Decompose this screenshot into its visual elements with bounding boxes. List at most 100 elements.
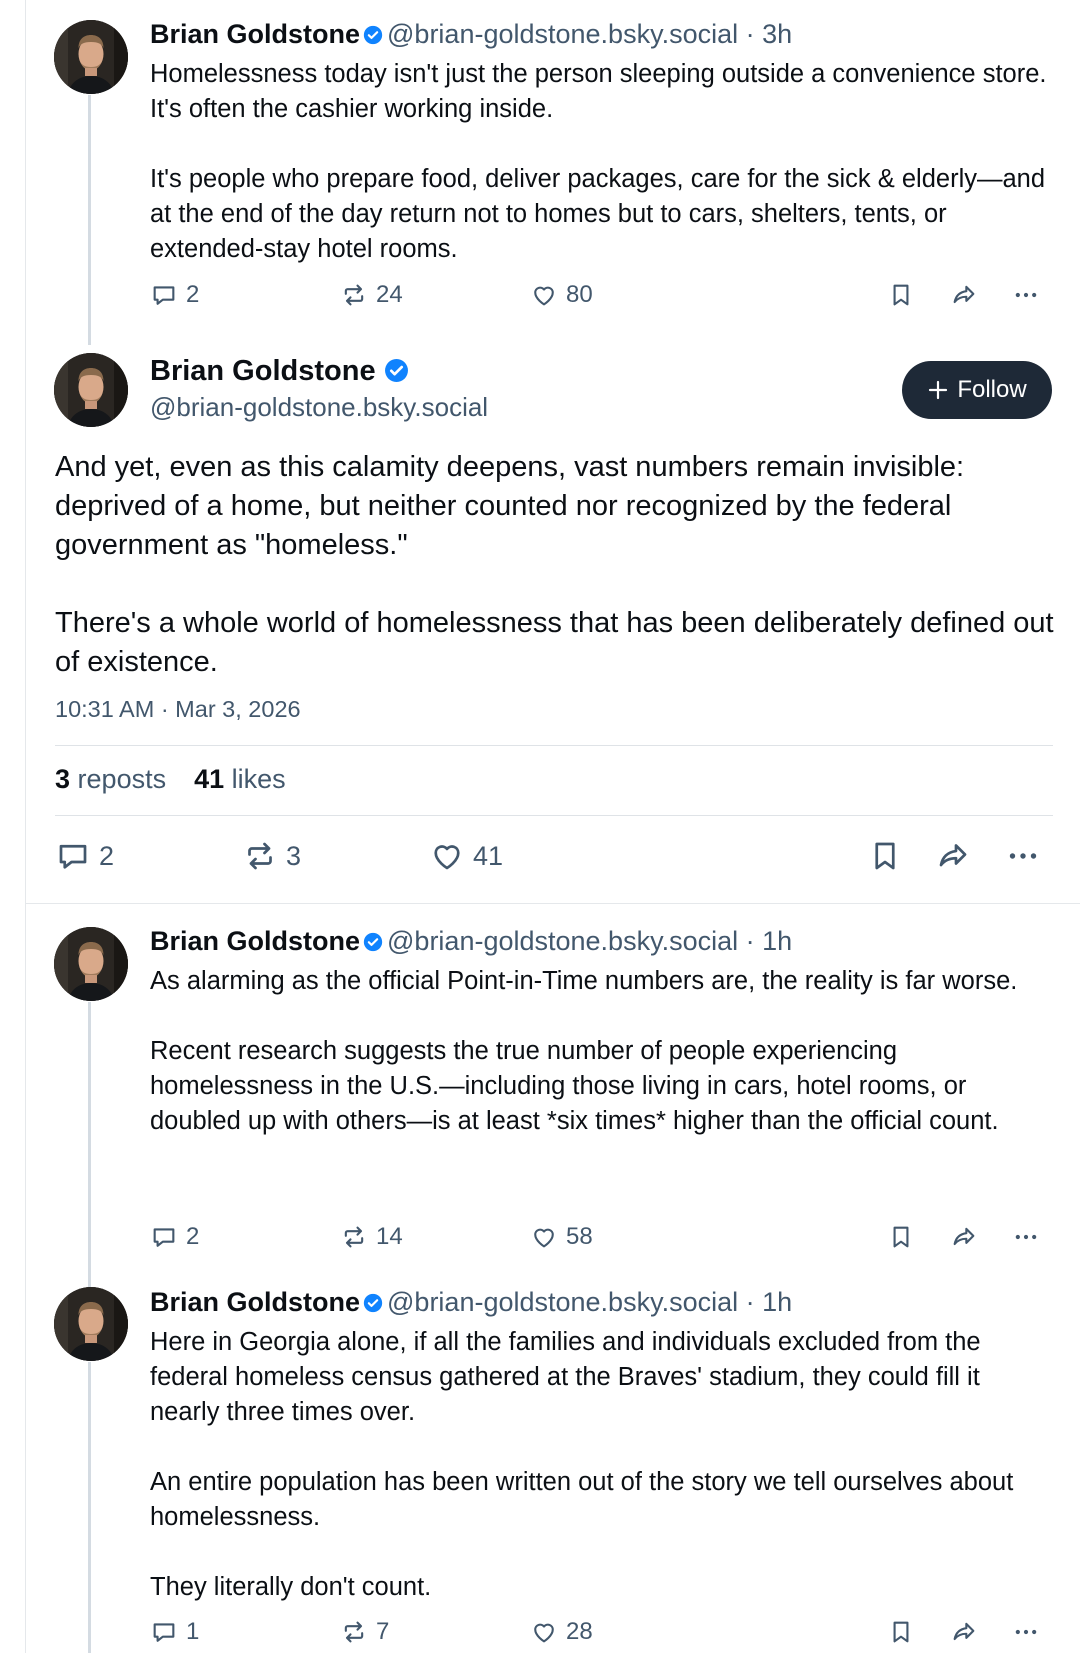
verified-badge-icon bbox=[363, 1293, 383, 1313]
author-name[interactable]: Brian Goldstone bbox=[150, 1287, 360, 1317]
repost-icon bbox=[340, 1618, 368, 1646]
reply-icon bbox=[150, 281, 178, 309]
like-total: 41 bbox=[194, 764, 225, 794]
post-text: As alarming as the official Point-in-Tim… bbox=[150, 967, 1018, 1135]
post-actions: 1 7 28 bbox=[150, 1618, 1050, 1658]
author-name[interactable]: Brian Goldstone bbox=[150, 19, 360, 49]
post-actions: 2 24 80 bbox=[150, 281, 1050, 321]
bookmark-button[interactable] bbox=[887, 281, 915, 309]
like-count: 41 bbox=[473, 840, 504, 871]
repost-button[interactable]: 7 bbox=[340, 1618, 389, 1646]
repost-count: 14 bbox=[376, 1223, 403, 1250]
author-handle[interactable]: @brian-goldstone.bsky.social bbox=[387, 19, 738, 49]
repost-icon bbox=[340, 281, 368, 309]
author-name[interactable]: Brian Goldstone bbox=[150, 926, 360, 956]
post-time[interactable]: 1h bbox=[762, 926, 792, 956]
likes-stat[interactable]: 41 likes bbox=[194, 764, 286, 795]
like-count: 58 bbox=[566, 1223, 593, 1250]
bookmark-icon bbox=[887, 281, 915, 309]
repost-count: 24 bbox=[376, 281, 403, 308]
post-time[interactable]: 3h bbox=[762, 19, 792, 49]
separator: · bbox=[745, 19, 755, 49]
more-button[interactable] bbox=[1012, 1618, 1040, 1646]
reply-button[interactable]: 2 bbox=[150, 1223, 199, 1251]
main-post-text: And yet, even as this calamity deepens, … bbox=[55, 451, 1054, 678]
avatar[interactable] bbox=[54, 20, 128, 94]
reposts-label: reposts bbox=[77, 764, 167, 794]
share-button[interactable] bbox=[950, 1618, 978, 1646]
reply-count: 2 bbox=[186, 281, 200, 308]
share-button[interactable] bbox=[950, 281, 978, 309]
share-icon bbox=[950, 281, 978, 309]
more-icon bbox=[1012, 1618, 1040, 1646]
bookmark-icon bbox=[887, 1618, 915, 1646]
more-icon bbox=[1005, 838, 1041, 874]
repost-button[interactable]: 14 bbox=[340, 1223, 403, 1251]
thread-line bbox=[88, 1362, 91, 1653]
reply-button[interactable]: 1 bbox=[150, 1618, 199, 1646]
reply-icon bbox=[150, 1618, 178, 1646]
follow-button[interactable]: Follow bbox=[902, 361, 1052, 419]
like-button[interactable]: 58 bbox=[530, 1223, 593, 1251]
heart-icon bbox=[429, 838, 465, 874]
section-divider bbox=[25, 903, 1080, 904]
bookmark-icon bbox=[887, 1223, 915, 1251]
divider bbox=[55, 745, 1053, 746]
reply-count: 1 bbox=[186, 1618, 200, 1645]
follow-label: Follow bbox=[957, 376, 1027, 403]
bookmark-button[interactable] bbox=[887, 1618, 915, 1646]
more-button[interactable] bbox=[1005, 838, 1041, 874]
more-icon bbox=[1012, 281, 1040, 309]
thread-line bbox=[88, 1002, 91, 1287]
like-button[interactable]: 41 bbox=[429, 838, 503, 874]
avatar[interactable] bbox=[54, 1287, 128, 1361]
repost-button[interactable]: 3 bbox=[242, 838, 301, 874]
separator: · bbox=[745, 1287, 755, 1317]
avatar[interactable] bbox=[54, 353, 128, 427]
bookmark-button[interactable] bbox=[887, 1223, 915, 1251]
reply-button[interactable]: 2 bbox=[55, 838, 114, 874]
reposts-stat[interactable]: 3 reposts bbox=[55, 764, 166, 795]
post-header: Brian Goldstone @brian-goldstone.bsky.soc… bbox=[150, 18, 792, 50]
like-button[interactable]: 28 bbox=[530, 1618, 593, 1646]
share-icon bbox=[935, 838, 971, 874]
author-handle[interactable]: @brian-goldstone.bsky.social bbox=[150, 391, 488, 423]
repost-count: 7 bbox=[376, 1618, 390, 1645]
bookmark-icon bbox=[867, 838, 903, 874]
thread-line bbox=[88, 95, 91, 345]
share-icon bbox=[950, 1618, 978, 1646]
heart-icon bbox=[530, 1618, 558, 1646]
more-button[interactable] bbox=[1012, 281, 1040, 309]
post-time[interactable]: 1h bbox=[762, 1287, 792, 1317]
reply-icon bbox=[150, 1223, 178, 1251]
heart-icon bbox=[530, 281, 558, 309]
post-stats: 3 reposts 41 likes bbox=[55, 764, 286, 795]
repost-icon bbox=[340, 1223, 368, 1251]
post-header: Brian Goldstone @brian-goldstone.bsky.soc… bbox=[150, 925, 792, 957]
reply-button[interactable]: 2 bbox=[150, 281, 199, 309]
heart-icon bbox=[530, 1223, 558, 1251]
divider bbox=[55, 815, 1053, 816]
share-button[interactable] bbox=[935, 838, 971, 874]
like-button[interactable]: 80 bbox=[530, 281, 593, 309]
like-count: 80 bbox=[566, 281, 593, 308]
repost-icon bbox=[242, 838, 278, 874]
repost-total: 3 bbox=[55, 764, 71, 794]
bookmark-button[interactable] bbox=[867, 838, 903, 874]
page-left-border bbox=[25, 0, 26, 1653]
like-count: 28 bbox=[566, 1618, 593, 1645]
plus-icon bbox=[929, 380, 948, 400]
post-text: Here in Georgia alone, if all the famili… bbox=[150, 1328, 1014, 1601]
repost-button[interactable]: 24 bbox=[340, 281, 403, 309]
author-name[interactable]: Brian Goldstone bbox=[150, 353, 413, 389]
avatar[interactable] bbox=[54, 927, 128, 1001]
main-post-actions: 2 3 41 bbox=[55, 838, 1050, 882]
more-button[interactable] bbox=[1012, 1223, 1040, 1251]
author-handle[interactable]: @brian-goldstone.bsky.social bbox=[387, 926, 738, 956]
share-button[interactable] bbox=[950, 1223, 978, 1251]
post-header: Brian Goldstone @brian-goldstone.bsky.soc… bbox=[150, 1286, 792, 1318]
post-timestamp[interactable]: 10:31 AM · Mar 3, 2026 bbox=[55, 696, 301, 723]
author-handle[interactable]: @brian-goldstone.bsky.social bbox=[387, 1287, 738, 1317]
reply-count: 2 bbox=[99, 840, 115, 871]
post-text: Homelessness today isn't just the person… bbox=[150, 60, 1047, 263]
